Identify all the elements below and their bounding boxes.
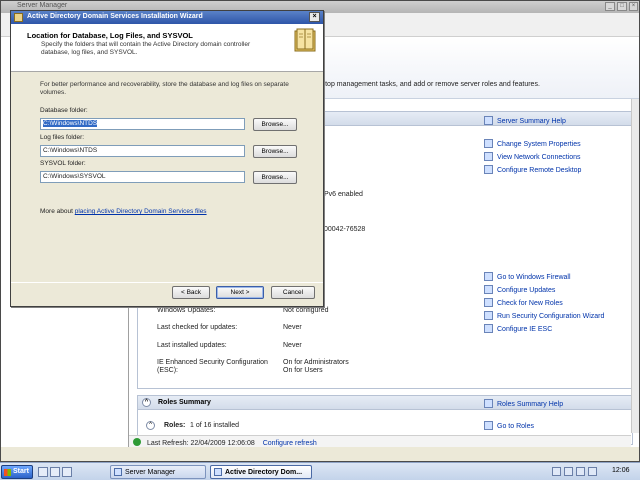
configure-remote-desktop-link[interactable]: Configure Remote Desktop <box>484 165 581 174</box>
security-wizard-icon <box>484 311 493 320</box>
last-installed-value: Never <box>283 342 302 349</box>
configure-updates-link[interactable]: Configure Updates <box>484 285 555 294</box>
command-prompt-quicklaunch-icon[interactable] <box>50 467 60 477</box>
go-to-windows-firewall-link[interactable]: Go to Windows Firewall <box>484 272 571 281</box>
minimize-icon[interactable]: _ <box>605 2 615 11</box>
windows-logo-icon <box>4 469 11 476</box>
system-properties-icon <box>484 139 493 148</box>
show-desktop-quicklaunch-icon[interactable] <box>62 467 72 477</box>
help-icon <box>484 399 493 408</box>
tray-network-icon[interactable] <box>564 467 573 476</box>
log-files-folder-label: Log files folder: <box>40 134 85 141</box>
clock: 12:06 <box>612 467 630 474</box>
last-installed-label: Last installed updates: <box>157 342 227 349</box>
configure-ie-esc-link[interactable]: Configure IE ESC <box>484 324 552 333</box>
database-folder-label: Database folder: <box>40 107 88 114</box>
last-refresh-text: Last Refresh: 22/04/2009 12:06:08 <box>146 440 255 447</box>
tray-volume-icon[interactable] <box>576 467 585 476</box>
server-manager-quicklaunch-icon[interactable] <box>38 467 48 477</box>
taskbar: Start Server Manager Active Directory Do… <box>0 462 640 480</box>
roles-summary-help-link[interactable]: Roles Summary Help <box>484 399 563 408</box>
updates-icon <box>484 285 493 294</box>
close-icon[interactable]: × <box>309 12 320 22</box>
network-icon <box>484 152 493 161</box>
wizard-app-icon <box>14 13 23 22</box>
help-icon <box>484 116 493 125</box>
taskbar-item-ad-wizard[interactable]: Active Directory Dom... <box>210 465 312 479</box>
ie-esc-users-value: On for Users <box>283 367 323 374</box>
ad-ds-installation-wizard-dialog: Active Directory Domain Services Install… <box>10 10 324 307</box>
run-security-configuration-wizard-link[interactable]: Run Security Configuration Wizard <box>484 311 604 320</box>
firewall-icon <box>484 272 493 281</box>
tray-action-center-icon[interactable] <box>588 467 597 476</box>
database-folder-input[interactable]: C:\Windows\NTDS <box>40 118 245 130</box>
banner-text: rm top management tasks, and add or remo… <box>315 81 540 88</box>
remote-desktop-icon <box>484 165 493 174</box>
product-id-text: 00042-76528 <box>324 226 366 233</box>
ie-esc-label: IE Enhanced Security Configuration (ESC)… <box>157 359 268 374</box>
back-button[interactable]: < Back <box>172 286 210 299</box>
roles-summary-title: Roles Summary <box>158 399 211 406</box>
database-browse-button[interactable]: Browse... <box>253 118 297 131</box>
intro-text: For better performance and recoverabilit… <box>40 81 289 96</box>
next-button[interactable]: Next > <box>216 286 264 299</box>
view-network-connections-link[interactable]: View Network Connections <box>484 152 581 161</box>
ie-esc-icon <box>484 324 493 333</box>
cancel-button[interactable]: Cancel <box>271 286 315 299</box>
refresh-ok-icon <box>133 438 141 446</box>
taskbar-item-server-manager[interactable]: Server Manager <box>110 465 206 479</box>
ipv6-status-text: Pv6 enabled <box>324 191 363 198</box>
windows-updates-value: Not configured <box>283 307 329 314</box>
ie-esc-admin-value: On for Administrators <box>283 359 349 366</box>
start-button[interactable]: Start <box>1 465 33 479</box>
last-checked-value: Never <box>283 324 302 331</box>
check-for-new-roles-link[interactable]: Check for New Roles <box>484 298 563 307</box>
more-about-text: More about placing Active Directory Doma… <box>40 208 207 215</box>
page-subtext: Specify the folders that will contain th… <box>41 41 251 56</box>
roles-icon <box>484 421 493 430</box>
sysvol-browse-button[interactable]: Browse... <box>253 171 297 184</box>
start-label: Start <box>13 468 29 475</box>
server-summary-help-link[interactable]: Server Summary Help <box>484 116 566 125</box>
close-icon[interactable]: × <box>629 2 638 11</box>
roles-label: Roles: <box>164 422 186 429</box>
page-heading: Location for Database, Log Files, and SY… <box>27 31 193 40</box>
last-checked-label: Last checked for updates: <box>157 324 238 331</box>
sysvol-folder-label: SYSVOL folder: <box>40 160 86 167</box>
more-about-link[interactable]: placing Active Directory Domain Services… <box>75 208 207 215</box>
collapse-roles-icon[interactable]: ^ <box>146 421 155 430</box>
directory-book-icon <box>294 28 316 52</box>
log-files-folder-input[interactable]: C:\Windows\NTDS <box>40 145 245 157</box>
dialog-titlebar[interactable]: Active Directory Domain Services Install… <box>11 11 323 24</box>
wizard-icon <box>214 468 222 476</box>
windows-updates-label: Windows Updates: <box>157 307 216 314</box>
dialog-separator <box>11 282 323 283</box>
sysvol-folder-input[interactable]: C:\Windows\SYSVOL <box>40 171 245 183</box>
change-system-properties-link[interactable]: Change System Properties <box>484 139 581 148</box>
collapse-roles-summary-icon[interactable]: ^ <box>142 398 151 407</box>
vertical-scrollbar[interactable] <box>631 99 639 433</box>
roles-count: 1 of 16 installed <box>190 422 240 429</box>
log-files-browse-button[interactable]: Browse... <box>253 145 297 158</box>
status-bar: Last Refresh: 22/04/2009 12:06:08 Config… <box>129 435 631 447</box>
more-about-prefix: More about <box>40 208 73 215</box>
roles-check-icon <box>484 298 493 307</box>
dialog-title: Active Directory Domain Services Install… <box>27 13 203 20</box>
server-manager-title: Server Manager <box>17 2 68 9</box>
maximize-icon[interactable]: □ <box>617 2 627 11</box>
configure-refresh-link[interactable]: Configure refresh <box>263 440 317 447</box>
tray-keyboard-icon[interactable] <box>552 467 561 476</box>
server-manager-icon <box>114 468 122 476</box>
go-to-roles-link[interactable]: Go to Roles <box>484 421 534 430</box>
dialog-header: Location for Database, Log Files, and SY… <box>11 24 323 72</box>
